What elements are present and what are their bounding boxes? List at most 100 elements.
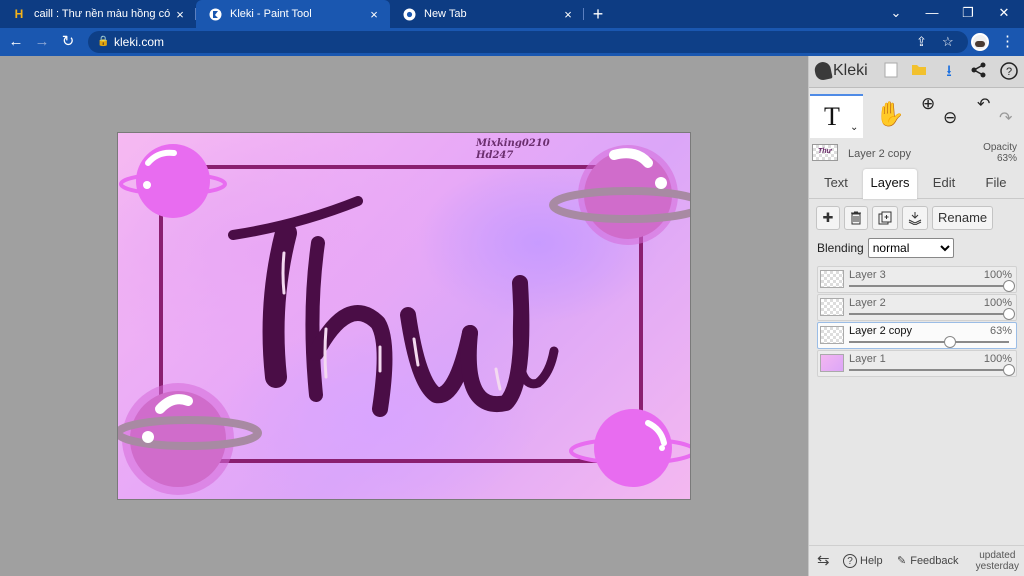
current-layer-opacity: Opacity 63%: [983, 142, 1017, 164]
browser-tab-kleki[interactable]: Kleki - Paint Tool ×: [196, 0, 390, 28]
reload-icon[interactable]: ↻: [58, 32, 78, 52]
tab-file[interactable]: File: [971, 169, 1021, 199]
close-tab-icon[interactable]: ×: [560, 7, 576, 22]
layer-opacity-slider[interactable]: [849, 369, 1009, 371]
layer-row[interactable]: Layer 2 100%: [817, 294, 1017, 321]
tab-layers[interactable]: Layers: [863, 169, 917, 199]
minimize-icon[interactable]: —: [914, 0, 950, 28]
current-layer-header: Thư Layer 2 copy Opacity 63%: [809, 142, 1024, 166]
new-tab-button[interactable]: +: [588, 4, 608, 24]
updated-line-2: yesterday: [975, 561, 1019, 572]
blending-label: Blending: [817, 241, 864, 255]
tab-search-icon[interactable]: ⌄: [878, 0, 914, 28]
layer-opacity-slider[interactable]: [849, 341, 1009, 343]
close-window-icon[interactable]: ✕: [986, 0, 1022, 28]
zoom-in-icon[interactable]: ⊕: [921, 94, 935, 114]
credit-line-2: Hd247: [476, 150, 514, 161]
kleki-logo[interactable]: Kleki: [813, 60, 868, 82]
browser-tabstrip: H caill : Thư nền màu hồng có tâm × Klek…: [0, 0, 1024, 28]
lock-icon: 🔒: [97, 36, 110, 47]
lettering: [228, 196, 559, 417]
layer-thumbnail: [820, 326, 844, 344]
new-image-icon[interactable]: [881, 62, 901, 82]
zoom-out-icon[interactable]: ⊖: [943, 108, 957, 128]
tab-title: Kleki - Paint Tool: [230, 8, 312, 20]
restore-icon[interactable]: ❐: [950, 0, 986, 28]
blending-mode-select[interactable]: normal: [867, 238, 954, 258]
slider-knob[interactable]: [943, 336, 956, 348]
current-layer-thumbnail: Thư: [812, 144, 838, 161]
chevron-down-icon[interactable]: ⌄: [850, 122, 858, 133]
download-icon[interactable]: ⭳: [939, 62, 959, 82]
profile-avatar[interactable]: [971, 33, 989, 51]
opacity-label: Opacity: [983, 142, 1017, 153]
redo-icon[interactable]: ↷: [999, 108, 1012, 128]
hand-tool-icon[interactable]: ✋: [875, 100, 905, 129]
address-bar[interactable]: 🔒 kleki.com ⇪ ☆: [88, 31, 968, 53]
layer-thumbnail: [820, 270, 844, 288]
current-layer-name: Layer 2 copy: [848, 148, 911, 160]
bookmark-star-icon[interactable]: ☆: [942, 31, 954, 53]
opacity-value: 63%: [996, 153, 1017, 164]
layer-name: Layer 3: [849, 269, 886, 281]
browser-tab-newtab[interactable]: New Tab ×: [390, 0, 584, 28]
slider-knob[interactable]: [1003, 364, 1015, 376]
updated-note[interactable]: updated yesterday: [976, 550, 1019, 572]
panel-topbar: Kleki ⭳ ?: [809, 56, 1024, 88]
layer-row[interactable]: Layer 2 copy 63%: [817, 322, 1017, 349]
layer-thumbnail: [820, 354, 844, 372]
tab-edit[interactable]: Edit: [921, 169, 967, 199]
logo-text: Kleki: [833, 62, 868, 79]
layer-actions: ✚ Rename: [816, 206, 994, 230]
tab-text[interactable]: Text: [813, 169, 859, 199]
tool-row: T ⌄ ✋ ⊕ ⊖ ↶ ↷: [809, 94, 1024, 138]
help-icon[interactable]: ?: [999, 62, 1019, 82]
layer-row[interactable]: Layer 3 100%: [817, 266, 1017, 293]
forward-icon[interactable]: →: [32, 32, 52, 52]
planet-bottom-right: [569, 409, 690, 487]
feedback-label: Feedback: [910, 554, 959, 567]
layer-name: Layer 1: [849, 353, 886, 365]
planet-top-left: [119, 144, 227, 218]
feedback-button[interactable]: ✎ Feedback: [897, 554, 959, 568]
panel-tabs: Text Layers Edit File: [809, 169, 1024, 199]
help-label: Help: [860, 555, 883, 567]
duplicate-layer-button[interactable]: [872, 206, 898, 230]
svg-text:?: ?: [1006, 66, 1012, 78]
undo-icon[interactable]: ↶: [977, 94, 990, 114]
layer-row[interactable]: Layer 1 100%: [817, 350, 1017, 377]
share-icon[interactable]: [969, 62, 989, 82]
add-layer-button[interactable]: ✚: [816, 206, 840, 230]
layer-thumbnail: [820, 298, 844, 316]
delete-layer-button[interactable]: [844, 206, 868, 230]
share-page-icon[interactable]: ⇪: [916, 31, 927, 53]
updated-line-1: updated: [979, 550, 1016, 561]
artwork: [118, 144, 690, 495]
layer-opacity-slider[interactable]: [849, 285, 1009, 287]
planet-bottom-left: [118, 383, 262, 495]
help-button[interactable]: ? Help: [843, 554, 883, 568]
planet-top-right: [549, 145, 690, 245]
drawing-workspace[interactable]: Mixking0210 Hd247: [0, 56, 808, 576]
slider-knob[interactable]: [1003, 280, 1015, 292]
browser-menu-icon[interactable]: ⋮: [1000, 32, 1015, 50]
layer-opacity-slider[interactable]: [849, 313, 1009, 315]
text-tool-button[interactable]: T ⌄: [810, 94, 863, 138]
swap-sides-icon[interactable]: ⇆: [817, 551, 830, 569]
kleki-icon: [208, 7, 222, 21]
drawing-canvas[interactable]: Mixking0210 Hd247: [118, 133, 690, 499]
tab-title: caill : Thư nền màu hồng có tâm: [34, 8, 172, 20]
rename-layer-button[interactable]: Rename: [932, 206, 994, 230]
help-circle-icon: ?: [843, 554, 857, 568]
blending-row: Blending normal: [817, 237, 954, 259]
back-icon[interactable]: ←: [6, 32, 26, 52]
feedback-icon: ✎: [897, 555, 907, 567]
text-tool-icon: T: [824, 102, 840, 131]
close-tab-icon[interactable]: ×: [366, 7, 382, 22]
tab-title: New Tab: [424, 8, 467, 20]
slider-knob[interactable]: [1003, 308, 1015, 320]
close-tab-icon[interactable]: ×: [172, 7, 188, 22]
merge-down-button[interactable]: [902, 206, 928, 230]
browser-tab-caill[interactable]: H caill : Thư nền màu hồng có tâm ×: [0, 0, 196, 28]
open-folder-icon[interactable]: [909, 62, 929, 82]
